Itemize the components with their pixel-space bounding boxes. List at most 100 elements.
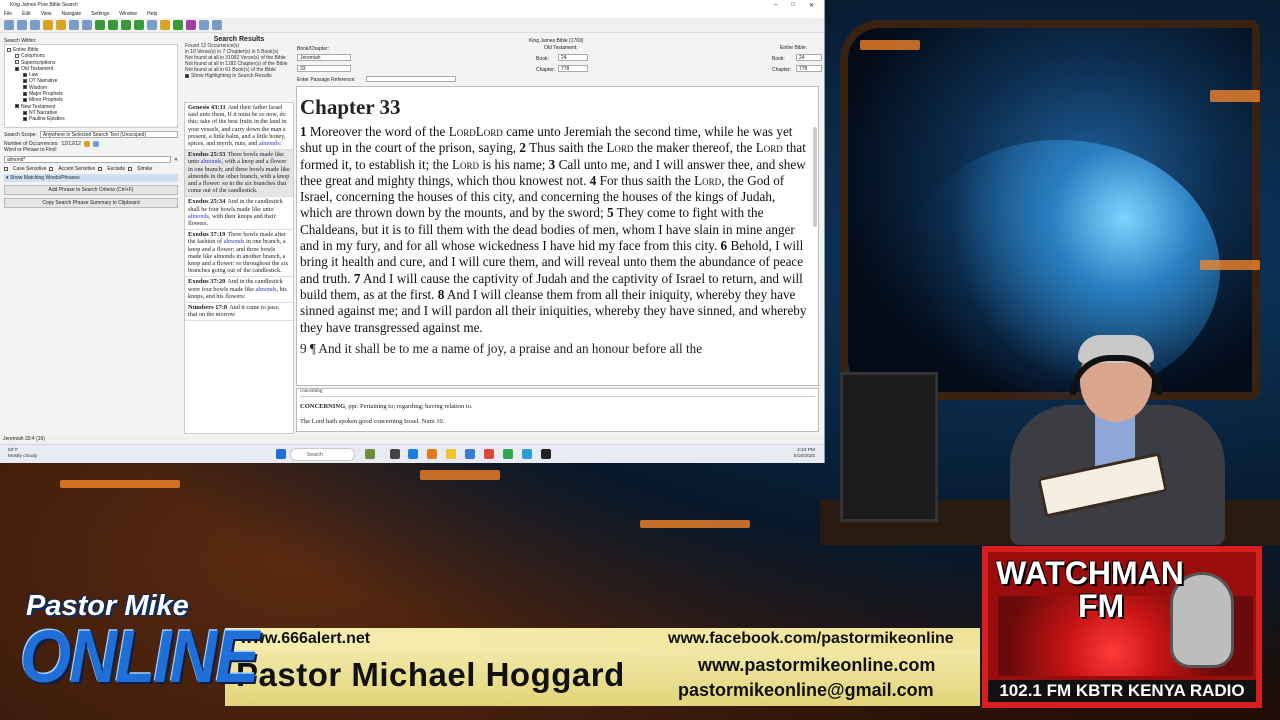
search-result-item[interactable]: Exodus 37:19 Three bowls made after the f…	[185, 230, 293, 278]
menu-settings[interactable]: Settings	[91, 11, 109, 17]
phrase-input[interactable]: almond*	[4, 156, 171, 163]
checkbox[interactable]	[7, 47, 11, 52]
clear-icon[interactable]: ✕	[174, 157, 178, 163]
menu-edit[interactable]: Edit	[22, 11, 31, 17]
scripture-reader[interactable]: Chapter 33 1 Moreover the word of the Lo…	[296, 86, 819, 386]
highlighter-icon[interactable]	[160, 20, 170, 30]
highlight-option[interactable]: Show Highlighting in Search Results	[185, 73, 294, 79]
app-icon[interactable]	[522, 449, 532, 459]
system-clock[interactable]: 2:24 PM 5/16/2025	[794, 448, 815, 460]
save-icon[interactable]	[30, 20, 40, 30]
search-result-item[interactable]: Genesis 43:11 And their father Israel sai…	[185, 103, 293, 151]
shuffle-icon[interactable]	[134, 20, 144, 30]
search-scope-select[interactable]: Anywhere in Selected Search Text (Unscop…	[39, 131, 178, 138]
copy-icon[interactable]	[92, 141, 99, 147]
verse-number[interactable]: 3	[549, 157, 556, 172]
verse-number[interactable]: 2	[519, 140, 526, 155]
tree-item[interactable]: Pauline Epistles	[7, 116, 175, 122]
checkbox[interactable]	[23, 72, 27, 77]
copy-summary-button[interactable]: Copy Search Phrase Summary to Clipboard	[4, 198, 178, 208]
minimize-button[interactable]: –	[774, 2, 777, 9]
new-icon[interactable]	[4, 20, 14, 30]
app-icon[interactable]	[427, 449, 437, 459]
maximize-button[interactable]: □	[791, 2, 795, 9]
passage-ref-input[interactable]	[366, 76, 456, 82]
search-result-item[interactable]: Numbers 17:8 And it came to pass, that on…	[185, 303, 293, 322]
task-view-icon[interactable]	[390, 449, 400, 459]
menu-file[interactable]: File	[4, 11, 12, 17]
widgets-icon[interactable]	[365, 449, 375, 459]
print-icon[interactable]	[43, 20, 53, 30]
app-icon[interactable]	[465, 449, 475, 459]
app-icon[interactable]	[503, 449, 513, 459]
sync-icon[interactable]	[121, 20, 131, 30]
search-result-item[interactable]: Exodus 37:20 And in the candlestick were …	[185, 277, 293, 304]
book-select[interactable]: Jeremiah	[297, 54, 351, 61]
menu-navigate[interactable]: Navigate	[61, 11, 81, 17]
open-icon[interactable]	[17, 20, 27, 30]
phrase-row: almond* ✕	[4, 156, 178, 163]
ot-chapter-number[interactable]: 778	[558, 65, 588, 72]
menu-help[interactable]: Help	[147, 11, 157, 17]
checkbox[interactable]	[15, 66, 19, 71]
taskbar-search[interactable]: Search	[290, 448, 355, 461]
purple-highlighter-icon[interactable]	[186, 20, 196, 30]
eraser-icon[interactable]	[199, 20, 209, 30]
reader-scrollbar[interactable]	[813, 127, 817, 227]
windows-start-icon[interactable]	[276, 449, 286, 459]
accent-sensitive-checkbox[interactable]	[49, 167, 54, 171]
panel-light	[1210, 90, 1260, 102]
edge-browser-icon[interactable]	[408, 449, 418, 459]
pencil-icon[interactable]	[56, 20, 66, 30]
entire-book-number[interactable]: 24	[796, 54, 822, 61]
window-title: King James Pure Bible Search	[10, 2, 78, 8]
verse-number[interactable]: 4	[590, 173, 597, 188]
close-button[interactable]: ✕	[809, 2, 814, 9]
chrome-icon[interactable]	[484, 449, 494, 459]
add-phrase-button[interactable]: Add Phrase to Search Criteria (Ctrl+F)	[4, 185, 178, 195]
back-arrow-icon[interactable]	[95, 20, 105, 30]
search-result-item[interactable]: Exodus 25:34 And in the candlestick shall…	[185, 197, 293, 231]
forward-arrow-icon[interactable]	[108, 20, 118, 30]
bible-app-icon[interactable]	[541, 449, 551, 459]
search-result-item[interactable]: Exodus 25:33 Three bowls made like unto a…	[185, 150, 293, 198]
notes-icon[interactable]	[147, 20, 157, 30]
show-matching-expander[interactable]: ▾ Show Matching Words/Phrases	[4, 174, 178, 182]
similar-checkbox[interactable]	[128, 167, 133, 171]
layout-icon[interactable]	[212, 20, 222, 30]
verse-number[interactable]: 8	[438, 287, 445, 302]
weather-widget[interactable]: 62°F Mostly cloudy	[8, 448, 37, 460]
checkbox[interactable]	[23, 116, 27, 121]
home-icon[interactable]	[82, 20, 92, 30]
exclude-checkbox[interactable]	[98, 167, 103, 171]
verse-number[interactable]: 5	[607, 205, 614, 220]
green-highlighter-icon[interactable]	[173, 20, 183, 30]
checkbox[interactable]	[15, 53, 19, 58]
refresh-icon[interactable]	[69, 20, 79, 30]
checkbox[interactable]	[23, 79, 27, 84]
case-sensitive-checkbox[interactable]	[4, 167, 8, 171]
checkbox[interactable]	[15, 104, 19, 109]
ot-book-number[interactable]: 24	[558, 54, 588, 61]
file-explorer-icon[interactable]	[446, 449, 456, 459]
chapter-text[interactable]: 1 Moreover the word of the LordLord came…	[297, 120, 818, 336]
checkbox[interactable]	[23, 91, 27, 96]
title-bar: King James Pure Bible Search – □ ✕	[0, 0, 824, 10]
verse-number[interactable]: 6	[721, 238, 728, 253]
checkbox[interactable]	[23, 110, 27, 115]
menu-window[interactable]: Window	[119, 11, 137, 17]
pencil-icon[interactable]	[83, 141, 90, 147]
checkbox[interactable]	[23, 98, 27, 103]
occurrences-value: 12/12/12	[61, 141, 81, 147]
checkbox[interactable]	[15, 60, 19, 65]
checkbox[interactable]	[185, 73, 189, 78]
entire-chapter-number[interactable]: 778	[796, 65, 822, 72]
menu-view[interactable]: View	[41, 11, 52, 17]
checkbox[interactable]	[23, 85, 27, 90]
book-tree[interactable]: Entire Bible Colophons Superscriptions O…	[4, 44, 178, 128]
chapter-select[interactable]: 33	[297, 65, 351, 72]
verse-number[interactable]: 1	[300, 124, 307, 139]
results-list[interactable]: Genesis 43:11 And their father Israel sai…	[184, 102, 294, 434]
dictionary-word-input[interactable]: concerning	[300, 389, 815, 397]
verse-number[interactable]: 7	[354, 271, 361, 286]
